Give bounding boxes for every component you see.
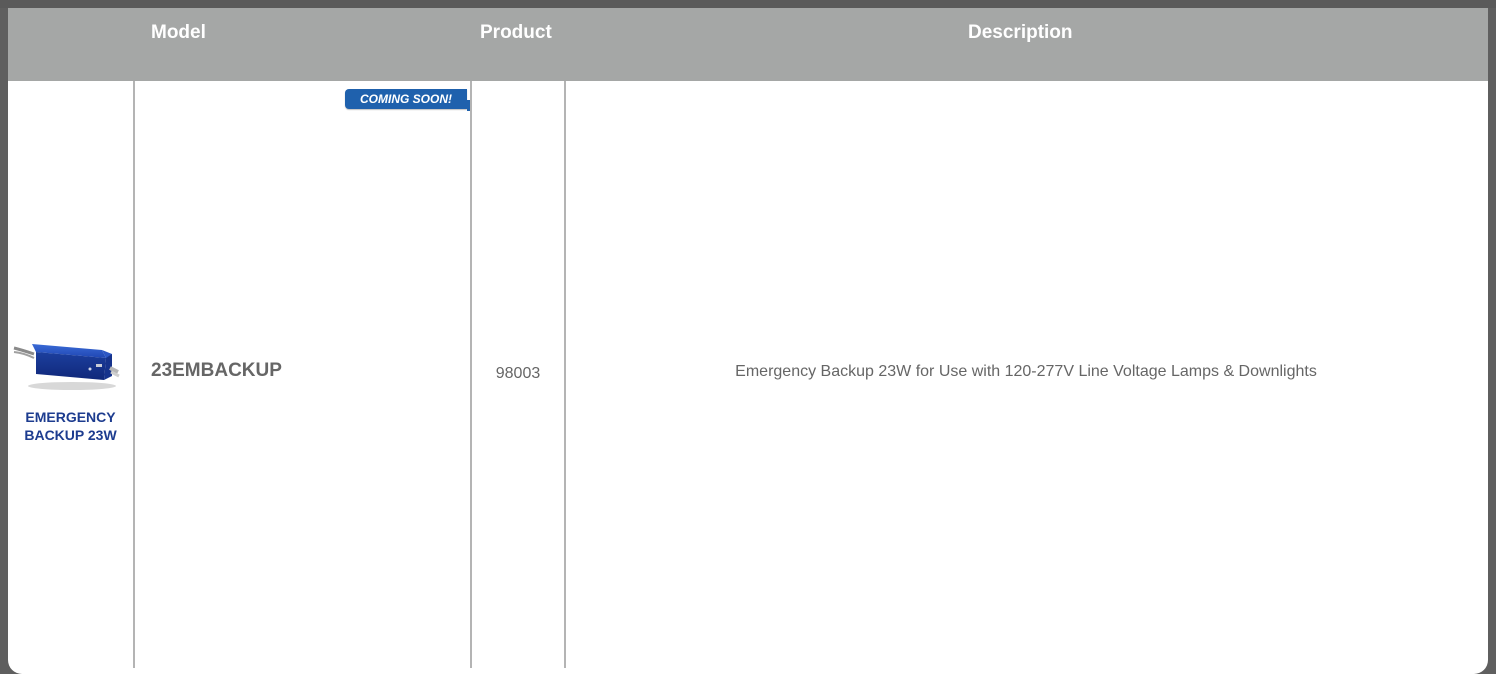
caption-line-1[interactable]: EMERGENCY bbox=[8, 408, 133, 426]
caption-line-2[interactable]: BACKUP 23W bbox=[8, 426, 133, 444]
coming-soon-badge: COMING SOON! bbox=[345, 89, 467, 109]
table-header: Model Product Description bbox=[8, 8, 1488, 81]
product-table: Model Product Description EMERGENCY BACK… bbox=[8, 8, 1488, 674]
column-divider bbox=[133, 81, 135, 668]
description-cell: Emergency Backup 23W for Use with 120-27… bbox=[735, 363, 1317, 380]
product-cell: 98003 bbox=[495, 365, 541, 382]
coming-soon-badge-tail bbox=[467, 100, 470, 111]
top-frame-bar bbox=[0, 0, 1496, 8]
product-image-caption[interactable]: EMERGENCY BACKUP 23W bbox=[8, 408, 133, 444]
column-header-product[interactable]: Product bbox=[480, 21, 552, 45]
model-cell[interactable]: 23EMBACKUP bbox=[151, 359, 282, 383]
column-header-model[interactable]: Model bbox=[151, 21, 206, 45]
emergency-backup-module-photo[interactable] bbox=[12, 336, 122, 394]
column-header-description[interactable]: Description bbox=[968, 21, 1073, 45]
